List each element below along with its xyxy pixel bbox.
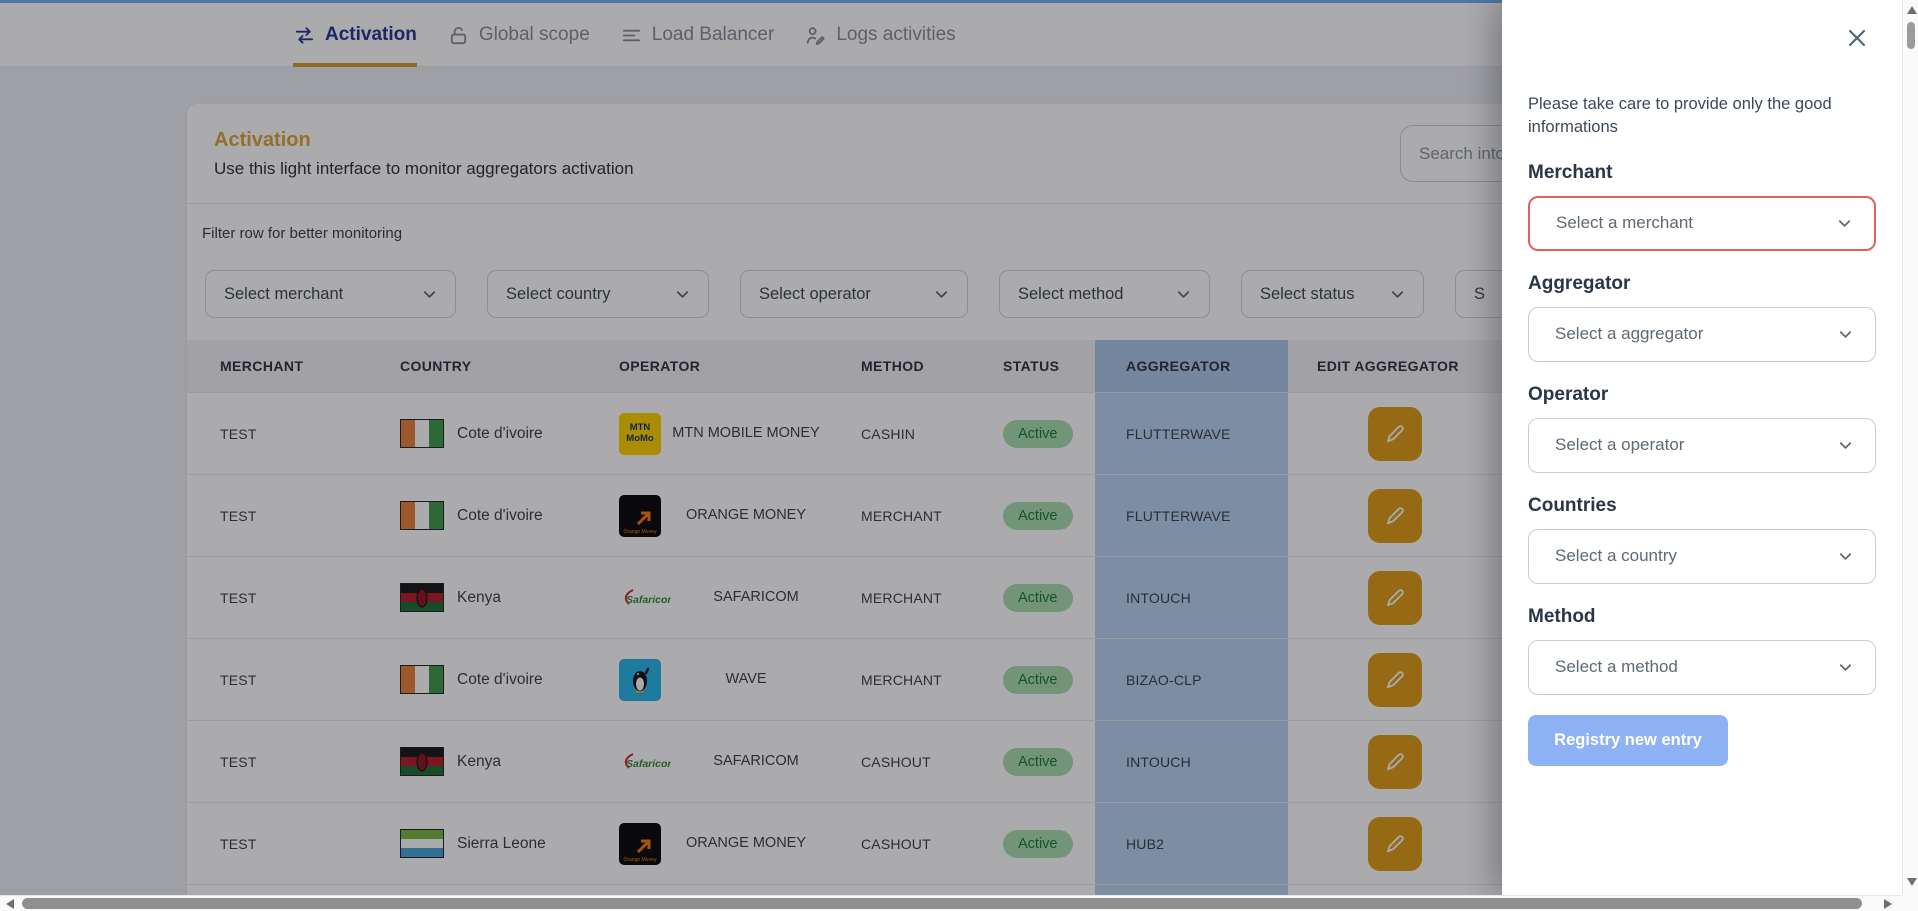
application-window: Activation Global scope Load Balancer Lo…: [0, 0, 1918, 911]
scroll-left-arrow-icon[interactable]: [6, 899, 14, 909]
field-label-method: Method: [1528, 606, 1876, 628]
horizontal-scrollbar[interactable]: [0, 895, 1902, 911]
chevron-down-icon: [1836, 325, 1855, 344]
chevron-down-icon: [1835, 214, 1854, 233]
close-icon: [1845, 26, 1869, 50]
vertical-scrollbar-thumb[interactable]: [1907, 22, 1915, 49]
horizontal-scrollbar-thumb[interactable]: [22, 898, 1862, 909]
scrollbar-corner: [1902, 895, 1918, 911]
aggregator-select[interactable]: Select a aggregator: [1528, 307, 1876, 362]
field-label-merchant: Merchant: [1528, 162, 1876, 184]
field-label-countries: Countries: [1528, 495, 1876, 517]
scroll-down-arrow-icon[interactable]: [1907, 878, 1917, 886]
method-select[interactable]: Select a method: [1528, 640, 1876, 695]
scroll-right-arrow-icon[interactable]: [1884, 899, 1892, 909]
registry-drawer: Please take care to provide only the goo…: [1502, 0, 1902, 895]
scroll-up-arrow-icon[interactable]: [1907, 6, 1917, 14]
select-placeholder: Select a operator: [1555, 435, 1684, 455]
select-placeholder: Select a aggregator: [1555, 324, 1703, 344]
vertical-scrollbar[interactable]: [1902, 0, 1918, 895]
field-label-aggregator: Aggregator: [1528, 273, 1876, 295]
drawer-notice-text: Please take care to provide only the goo…: [1528, 93, 1863, 140]
field-label-operator: Operator: [1528, 384, 1876, 406]
select-placeholder: Select a method: [1555, 657, 1678, 677]
select-placeholder: Select a country: [1555, 546, 1677, 566]
merchant-select[interactable]: Select a merchant: [1528, 196, 1876, 251]
close-drawer-button[interactable]: [1844, 26, 1870, 52]
chevron-down-icon: [1836, 547, 1855, 566]
operator-select[interactable]: Select a operator: [1528, 418, 1876, 473]
chevron-down-icon: [1836, 436, 1855, 455]
country-select[interactable]: Select a country: [1528, 529, 1876, 584]
chevron-down-icon: [1836, 658, 1855, 677]
registry-new-entry-submit-button[interactable]: Registry new entry: [1528, 715, 1728, 766]
select-placeholder: Select a merchant: [1556, 213, 1693, 233]
